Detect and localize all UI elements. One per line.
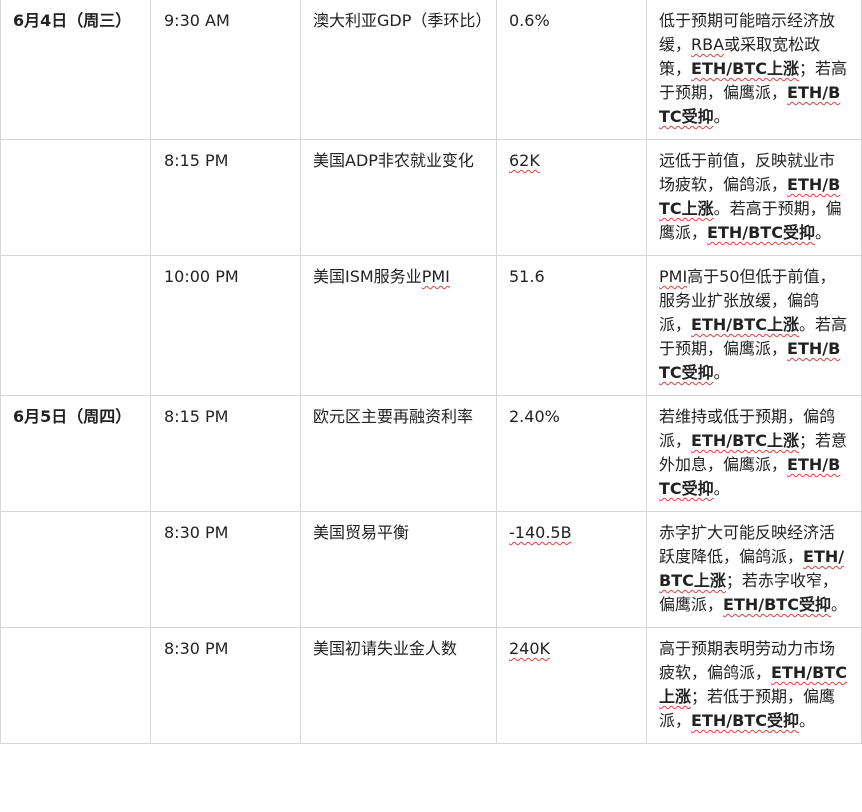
economic-calendar-table: 6月4日（周三） 9:30 AM 澳大利亚GDP（季环比） 0.6% 低于预期可… bbox=[0, 0, 862, 744]
impact-note-cell: 若维持或低于预期，偏鸽派，ETH/BTC上涨；若意外加息，偏鹰派，ETH/BTC… bbox=[646, 395, 862, 512]
text-run: 澳大利亚GDP（季环比） bbox=[313, 11, 492, 30]
text-run: 62K bbox=[509, 151, 540, 170]
text-run: 欧元区主要再融资利率 bbox=[313, 407, 474, 426]
text-run: 美国ISM服务业 bbox=[313, 267, 422, 286]
time-cell: 8:30 PM bbox=[150, 627, 301, 744]
impact-note-cell: 赤字扩大可能反映经济活跃度降低，偏鸽派，ETH/BTC上涨；若赤字收窄，偏鹰派，… bbox=[646, 511, 862, 628]
date-cell: 6月4日（周三） bbox=[0, 0, 151, 140]
table-row: 6月4日（周三） 9:30 AM 澳大利亚GDP（季环比） 0.6% 低于预期可… bbox=[0, 0, 862, 140]
date-cell bbox=[0, 255, 151, 396]
text-run: ETH/BTC受抑 bbox=[691, 711, 799, 730]
text-run: 。 bbox=[713, 363, 730, 382]
table-row: 8:30 PM 美国初请失业金人数 240K 高于预期表明劳动力市场疲软，偏鸽派… bbox=[0, 627, 862, 744]
value-cell: 51.6 bbox=[496, 255, 647, 396]
impact-note-cell: 高于预期表明劳动力市场疲软，偏鸽派，ETH/BTC上涨；若低于预期，偏鹰派，ET… bbox=[646, 627, 862, 744]
text-run: ETH/BTC受抑 bbox=[723, 595, 831, 614]
event-cell: 美国ISM服务业PMI bbox=[300, 255, 497, 396]
impact-note-cell: 低于预期可能暗示经济放缓，RBA或采取宽松政策，ETH/BTC上涨；若高于预期，… bbox=[646, 0, 862, 140]
text-run: 2.40% bbox=[509, 407, 560, 426]
time-cell: 10:00 PM bbox=[150, 255, 301, 396]
text-run: 0.6% bbox=[509, 11, 550, 30]
text-run: RBA bbox=[691, 35, 725, 54]
date-cell bbox=[0, 511, 151, 628]
text-run: 。 bbox=[798, 711, 815, 730]
text-run: 51.6 bbox=[509, 267, 545, 286]
time-cell: 8:30 PM bbox=[150, 511, 301, 628]
date-cell: 6月5日（周四） bbox=[0, 395, 151, 512]
text-run: -140.5B bbox=[509, 523, 572, 542]
time-cell: 9:30 AM bbox=[150, 0, 301, 140]
text-run: 。 bbox=[713, 107, 730, 126]
text-run: ETH/BTC上涨 bbox=[691, 431, 799, 450]
table-row: 6月5日（周四） 8:15 PM 欧元区主要再融资利率 2.40% 若维持或低于… bbox=[0, 395, 862, 512]
impact-note-cell: 远低于前值，反映就业市场疲软，偏鸽派，ETH/BTC上涨。若高于预期，偏鹰派，E… bbox=[646, 139, 862, 256]
value-cell: 62K bbox=[496, 139, 647, 256]
text-run: 。 bbox=[830, 595, 847, 614]
text-run: 。 bbox=[814, 223, 831, 242]
impact-note-cell: PMI高于50但低于前值，服务业扩张放缓，偏鸽派，ETH/BTC上涨。若高于预期… bbox=[646, 255, 862, 396]
event-cell: 美国贸易平衡 bbox=[300, 511, 497, 628]
event-cell: 美国ADP非农就业变化 bbox=[300, 139, 497, 256]
text-run: ETH/BTC上涨 bbox=[691, 59, 799, 78]
text-run: PMI bbox=[659, 267, 688, 286]
text-run: 美国初请失业金人数 bbox=[313, 639, 458, 658]
event-cell: 澳大利亚GDP（季环比） bbox=[300, 0, 497, 140]
date-cell bbox=[0, 627, 151, 744]
value-cell: 0.6% bbox=[496, 0, 647, 140]
table-row: 8:30 PM 美国贸易平衡 -140.5B 赤字扩大可能反映经济活跃度降低，偏… bbox=[0, 511, 862, 628]
text-run: PMI bbox=[421, 267, 450, 286]
time-cell: 8:15 PM bbox=[150, 139, 301, 256]
text-run: 美国ADP非农就业变化 bbox=[313, 151, 474, 170]
table-row: 8:15 PM 美国ADP非农就业变化 62K 远低于前值，反映就业市场疲软，偏… bbox=[0, 139, 862, 256]
text-run: ETH/BTC上涨 bbox=[691, 315, 799, 334]
event-cell: 欧元区主要再融资利率 bbox=[300, 395, 497, 512]
time-cell: 8:15 PM bbox=[150, 395, 301, 512]
table-row: 10:00 PM 美国ISM服务业PMI 51.6 PMI高于50但低于前值，服… bbox=[0, 255, 862, 396]
value-cell: -140.5B bbox=[496, 511, 647, 628]
value-cell: 240K bbox=[496, 627, 647, 744]
text-run: 。 bbox=[713, 479, 730, 498]
date-cell bbox=[0, 139, 151, 256]
value-cell: 2.40% bbox=[496, 395, 647, 512]
text-run: ETH/BTC受抑 bbox=[707, 223, 815, 242]
text-run: 240K bbox=[509, 639, 551, 658]
text-run: 美国贸易平衡 bbox=[313, 523, 410, 542]
event-cell: 美国初请失业金人数 bbox=[300, 627, 497, 744]
